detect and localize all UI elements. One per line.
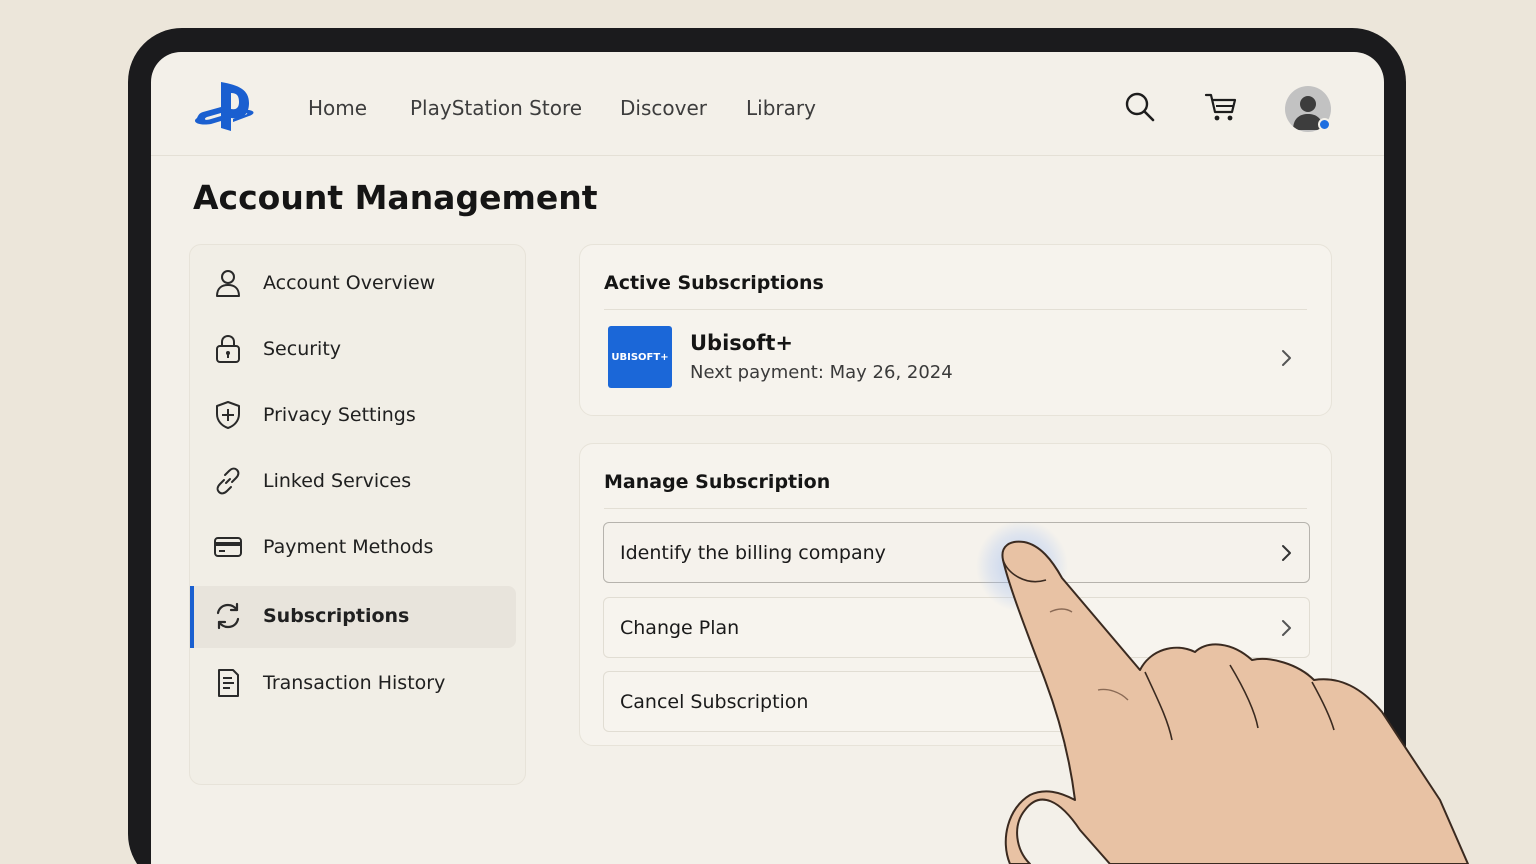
playstation-logo[interactable] bbox=[193, 78, 267, 134]
option-label: Change Plan bbox=[620, 617, 740, 639]
chevron-right-icon bbox=[1282, 545, 1291, 561]
nav-discover[interactable]: Discover bbox=[620, 96, 707, 120]
subscription-name: Ubisoft+ bbox=[690, 331, 793, 355]
manage-subscription-title: Manage Subscription bbox=[604, 471, 831, 493]
refresh-icon bbox=[216, 602, 240, 630]
user-icon bbox=[216, 270, 240, 297]
option-label: Identify the billing company bbox=[620, 542, 886, 564]
nav-home[interactable]: Home bbox=[308, 96, 367, 120]
chevron-right-icon bbox=[1282, 620, 1291, 636]
nav-library[interactable]: Library bbox=[746, 96, 816, 120]
change-plan-button[interactable]: Change Plan bbox=[603, 597, 1310, 658]
sidebar-item-label: Subscriptions bbox=[263, 605, 410, 627]
sidebar-item-label: Account Overview bbox=[263, 272, 436, 294]
divider bbox=[604, 508, 1307, 509]
sidebar-item-linked-services[interactable]: Linked Services bbox=[190, 451, 516, 513]
online-status-dot bbox=[1318, 118, 1331, 131]
sidebar-item-transaction-history[interactable]: Transaction History bbox=[190, 653, 516, 715]
active-subscriptions-card: Active Subscriptions UBISOFT+ Ubisoft+ N… bbox=[579, 244, 1332, 416]
sidebar-item-label: Transaction History bbox=[263, 672, 446, 694]
sidebar-item-label: Linked Services bbox=[263, 470, 412, 492]
divider bbox=[604, 309, 1307, 310]
sidebar-item-privacy-settings[interactable]: Privacy Settings bbox=[190, 385, 516, 447]
shield-icon bbox=[216, 401, 240, 429]
cart-icon[interactable] bbox=[1204, 90, 1238, 124]
subscription-row[interactable]: UBISOFT+ Ubisoft+ Next payment: May 26, … bbox=[580, 315, 1331, 405]
active-subscriptions-title: Active Subscriptions bbox=[604, 272, 824, 294]
option-label: Cancel Subscription bbox=[620, 691, 809, 713]
receipt-icon bbox=[218, 669, 239, 697]
manage-subscription-card: Manage Subscription Identify the billing… bbox=[579, 443, 1332, 746]
page-title: Account Management bbox=[193, 178, 598, 217]
sidebar: Account Overview Security Privacy Settin… bbox=[189, 244, 526, 785]
cancel-subscription-button[interactable]: Cancel Subscription bbox=[603, 671, 1310, 732]
sidebar-item-label: Payment Methods bbox=[263, 536, 434, 558]
sidebar-item-label: Privacy Settings bbox=[263, 404, 416, 426]
next-payment-text: Next payment: May 26, 2024 bbox=[690, 362, 953, 383]
sidebar-item-security[interactable]: Security bbox=[190, 319, 516, 381]
link-icon bbox=[216, 467, 240, 495]
chevron-right-icon bbox=[1282, 350, 1291, 366]
search-icon[interactable] bbox=[1123, 90, 1157, 124]
sidebar-item-label: Security bbox=[263, 338, 342, 360]
lock-icon bbox=[216, 334, 240, 363]
sidebar-item-account-overview[interactable]: Account Overview bbox=[190, 253, 516, 315]
top-nav: Home PlayStation Store Discover Library bbox=[151, 52, 1384, 156]
nav-playstation-store[interactable]: PlayStation Store bbox=[410, 96, 582, 120]
sidebar-item-payment-methods[interactable]: Payment Methods bbox=[190, 517, 516, 579]
sidebar-item-subscriptions[interactable]: Subscriptions bbox=[190, 586, 516, 648]
screen: Home PlayStation Store Discover Library … bbox=[151, 52, 1384, 864]
credit-card-icon bbox=[214, 537, 242, 557]
ubisoft-logo: UBISOFT+ bbox=[608, 326, 672, 388]
identify-billing-company-button[interactable]: Identify the billing company bbox=[603, 522, 1310, 583]
